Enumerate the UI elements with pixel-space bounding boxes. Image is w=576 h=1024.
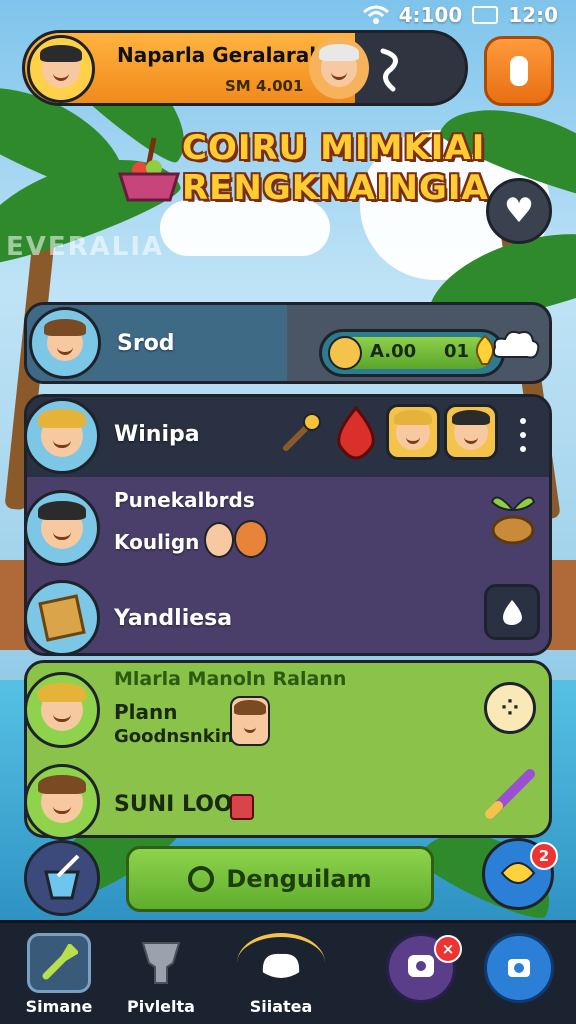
seed-icon[interactable] (332, 406, 380, 460)
coin-icon (328, 336, 362, 370)
panel-header-text: Mlarla Manoln Ralann (114, 668, 347, 690)
avatar-face (44, 319, 86, 362)
resource-pill[interactable]: A.00 01 (319, 329, 505, 377)
download-icon (188, 866, 215, 892)
resource-level: 01 (444, 341, 470, 362)
status-battery: 12:0 (508, 3, 558, 27)
drop-icon (503, 600, 522, 625)
nav-item-pivlelta[interactable]: Pivlelta (116, 933, 206, 1023)
row-label: Yandliesa (114, 606, 233, 631)
fruit-basket-icon (118, 137, 180, 202)
player-score: SM 4.001 (225, 77, 304, 95)
player-profile-bar[interactable]: Naparla Geralaral SM 4.001 (22, 30, 468, 106)
favorite-button[interactable]: ♥ (486, 178, 552, 244)
cta-label: Denguilam (226, 865, 372, 893)
trophy-icon (129, 933, 193, 993)
torch-icon[interactable] (280, 412, 322, 454)
title-line-2: RENGKNAINGIA (182, 168, 489, 208)
row-sublabel: Goodnsnkin (114, 726, 234, 747)
download-button[interactable]: Denguilam (126, 846, 434, 912)
status-time: 4:100 (398, 3, 463, 27)
sheep-icon[interactable]: ⁘ (484, 682, 536, 734)
worker-avatar (29, 307, 101, 379)
dots-icon: ⁘ (500, 695, 520, 721)
explorer-avatar (24, 398, 100, 474)
avatar-face (318, 44, 360, 87)
heart-icon: ♥ (503, 191, 535, 231)
egg-icon (204, 522, 234, 558)
row-label: Plann (114, 700, 178, 724)
watermark-text: EVERALIA (6, 232, 165, 262)
gift-badge: 2 (530, 842, 558, 870)
game-title: COIRU MIMKIAI RENGKNAINGIA (182, 128, 489, 208)
brush-icon[interactable] (482, 766, 538, 822)
avatar-face (394, 409, 432, 450)
resource-row[interactable]: Srod A.00 01 (24, 302, 552, 384)
bottom-navigation: Simane Pivlelta Siiatea × (0, 920, 576, 1024)
camera-icon (484, 933, 554, 1003)
companion-avatar (309, 37, 369, 99)
avatar-face (38, 409, 86, 457)
row-label: Punekalbrds (114, 488, 255, 512)
gift-box-icon (230, 794, 254, 820)
nav-label: Siiatea (249, 997, 313, 1016)
nav-label: Simane (25, 997, 93, 1016)
bucket-icon (44, 854, 80, 900)
gardener-avatar (24, 672, 100, 748)
avatar-face (38, 775, 86, 823)
avatar-face (452, 409, 490, 450)
crate-avatar (24, 580, 100, 656)
battery-icon (472, 6, 499, 24)
row-label: Srod (117, 331, 175, 356)
sheep-icon (237, 933, 325, 993)
avatar-face (38, 501, 86, 549)
more-icon[interactable] (514, 418, 532, 452)
builder-avatar (24, 490, 100, 566)
helper-avatar (230, 696, 270, 746)
row-label: Winipa (114, 422, 200, 447)
status-bar: 4:100 12:0 (0, 0, 576, 30)
player-avatar[interactable] (27, 35, 95, 103)
leaf-icon (380, 48, 398, 92)
menu-icon (510, 56, 528, 86)
water-button[interactable] (484, 584, 540, 640)
wifi-icon (362, 5, 389, 24)
player-name: Naparla Geralaral (117, 43, 317, 67)
row-sublabel: Koulign (114, 530, 200, 554)
menu-button[interactable] (484, 36, 554, 106)
cloud-decor (160, 200, 330, 256)
nav-item-camera[interactable] (474, 933, 564, 1023)
sprout-icon[interactable] (486, 488, 540, 546)
title-line-1: COIRU MIMKIAI (182, 128, 486, 168)
avatar-face (40, 45, 83, 88)
row-label: SUNI LOOo (114, 792, 248, 817)
farmer-avatar (24, 764, 100, 840)
hammer-icon (27, 933, 91, 993)
character-card[interactable] (386, 404, 440, 460)
bucket-button[interactable] (24, 840, 100, 916)
chat-badge: × (434, 935, 462, 963)
avatar-face (233, 700, 266, 738)
nav-item-siiatea[interactable]: Siiatea (236, 933, 326, 1023)
egg-icon (234, 520, 268, 558)
cloud-icon[interactable] (491, 327, 541, 363)
crate-icon (38, 594, 86, 642)
character-card[interactable] (444, 404, 498, 460)
avatar-face (38, 683, 86, 731)
nav-label: Pivlelta (127, 997, 195, 1016)
resource-value: A.00 (370, 341, 417, 362)
nav-item-simane[interactable]: Simane (14, 933, 104, 1023)
